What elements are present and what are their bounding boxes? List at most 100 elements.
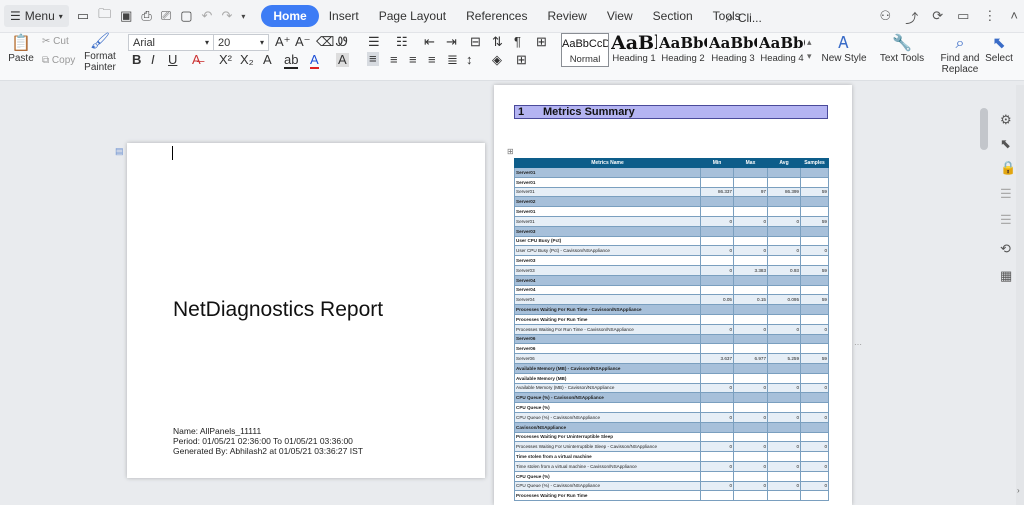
style-heading-1[interactable]: AaBl Heading 1 [611,33,657,67]
tab-home[interactable]: Home [261,5,319,27]
select-button[interactable]: ⬉ Select [984,35,1014,64]
share-user-icon[interactable]: ⚇ [880,8,892,27]
borders-icon[interactable]: ⊞ [516,53,527,67]
sidebar-styles-icon[interactable]: ☰ [1000,186,1012,202]
shrink-font-icon[interactable]: A⁻ [295,35,311,49]
line-spacing-icon[interactable]: ↕ [466,53,473,67]
share-icon[interactable]: ⤴ [905,8,918,27]
align-right-icon[interactable]: ≡ [409,53,417,67]
metric-value-cell [767,470,801,482]
export-icon[interactable]: ⎙ [141,8,151,24]
increase-indent-icon[interactable]: ⇥ [446,35,457,49]
style-heading-3[interactable]: AaBbC Heading 3 [709,33,757,67]
tab-insert[interactable]: Insert [319,5,369,27]
metric-value-cell [700,304,734,315]
open-folder-icon[interactable]: 🗀 [98,5,111,27]
grow-font-icon[interactable]: A⁺ [275,35,291,49]
find-replace-button[interactable]: ⌕ Find and Replace [938,35,982,75]
table-move-handle-icon[interactable]: ⊞ [507,147,514,156]
tab-review[interactable]: Review [537,5,596,27]
redo-icon[interactable]: ↷ [221,8,232,24]
numbering-icon[interactable]: ☷ [396,35,408,49]
style-normal[interactable]: AaBbCcDd Normal [561,33,609,67]
tab-view[interactable]: View [597,5,643,27]
underline-icon[interactable]: U [168,53,177,67]
vertical-scrollbar[interactable] [980,100,988,460]
metric-value-cell: 0 [767,411,801,423]
italic-icon[interactable]: I [151,53,155,67]
metric-value-cell: 86.337 [700,186,734,198]
new-style-button[interactable]: Ꭺ New Style [818,35,870,64]
shading-icon[interactable]: ◈ [492,53,502,67]
font-name-select[interactable]: Arial ▾ [128,34,214,51]
table-row: Server04 [514,274,829,286]
bullets-icon[interactable]: ☰ [368,35,380,49]
clear-format-icon[interactable]: ⌫ [316,35,334,49]
table-row: Server03 0 3.383 0.93 59 [514,264,829,276]
collapse-ribbon-icon[interactable]: ˄ [1010,8,1018,27]
document-page-2[interactable]: 1 Metrics Summary ⊞ Metrics Name Min Max… [494,85,852,505]
subscript-icon[interactable]: X₂ [240,53,254,67]
justify-icon[interactable]: ≡ [428,53,436,67]
table-row: Server06 [514,333,829,345]
paste-button[interactable]: 📋 Paste [6,35,36,64]
highlight-icon[interactable]: ab [284,53,299,69]
new-file-icon[interactable]: ▭ [77,8,89,24]
metric-value-cell [700,470,734,482]
sidebar-history-icon[interactable]: ⟲ [1000,241,1011,257]
align-left-icon[interactable]: ≡ [367,52,379,66]
paragraph-handle-icon[interactable]: ▤ [115,146,124,157]
print-icon[interactable]: ⎚ [161,8,171,24]
sort-icon[interactable]: ⇅ [492,35,503,49]
style-heading-2[interactable]: AaBbC Heading 2 [659,33,707,67]
sidebar-select-icon[interactable]: ⬉ [1000,136,1011,152]
undo-icon[interactable]: ↶ [202,8,213,24]
copy-label: Copy [51,55,76,66]
styles-scroll-icon[interactable]: ▴ ▾ [807,35,812,63]
copy-button[interactable]: ⧉ Copy [42,55,80,66]
style-heading-4[interactable]: AaBbC Heading 4 [759,33,805,67]
tab-references[interactable]: References [456,5,537,27]
superscript-icon[interactable]: X² [219,53,232,67]
report-title: NetDiagnostics Report [173,298,384,321]
tab-page-layout[interactable]: Page Layout [369,5,456,27]
phonetic-icon[interactable]: A [263,53,272,67]
decrease-indent-icon[interactable]: ⇤ [424,35,435,49]
sidebar-properties-icon[interactable]: ⚙ [1000,112,1012,128]
text-tools-button[interactable]: 🔧 Text Tools [878,35,926,64]
page-resize-handle-icon[interactable]: ⋯ [854,340,862,349]
command-search[interactable]: ⌕ Cli... [726,9,762,26]
sidebar-lock-icon[interactable]: 🔒 [1000,160,1016,176]
metric-name-cell: Available Memory (MB) - Cavisson/NSAppli… [514,382,701,394]
scrollbar-thumb[interactable] [980,108,988,150]
menu-button[interactable]: ☰ Menu ▾ [4,5,69,27]
col-min: Min [700,158,734,168]
strikethrough-icon[interactable]: A̶ [192,53,201,67]
table-grid-icon[interactable]: ⊞ [536,35,547,49]
document-page-1[interactable]: NetDiagnostics Report Name: AllPanels_11… [127,143,485,478]
tab-section[interactable]: Section [643,5,703,27]
metric-value-cell [700,333,734,345]
chinese-layout-icon[interactable]: ⊟ [470,35,481,49]
bold-icon[interactable]: B [132,53,141,67]
font-color-icon[interactable]: A [310,53,319,69]
print-preview-icon[interactable]: ▢ [180,8,192,24]
sidebar-format-icon[interactable]: ☰ [1000,212,1012,228]
metric-value-cell [800,333,829,345]
format-painter-button[interactable]: 🖌 Format Painter [82,33,118,73]
save-icon[interactable]: ▣ [120,8,132,24]
align-center-icon[interactable]: ≡ [390,53,398,67]
sidebar-backup-icon[interactable]: ▦ [1000,268,1012,284]
ribbon-tabs: Home Insert Page Layout References Revie… [261,5,750,27]
more-icon[interactable]: ⋮ [983,8,996,27]
char-shading-icon[interactable]: A [336,53,349,67]
sync-icon[interactable]: ⟳ [932,8,943,27]
show-marks-icon[interactable]: ¶ [514,35,521,49]
comment-icon[interactable]: ▭ [957,8,969,27]
text-effects-icon[interactable]: Ꮺ [336,35,348,49]
distribute-icon[interactable]: ≣ [447,53,458,67]
cut-button[interactable]: ✂ Cut [42,36,76,47]
font-size-select[interactable]: 20 ▾ [213,34,269,51]
expand-panel-icon[interactable]: › [1017,486,1020,495]
customize-icon[interactable]: ▾ [241,12,245,21]
